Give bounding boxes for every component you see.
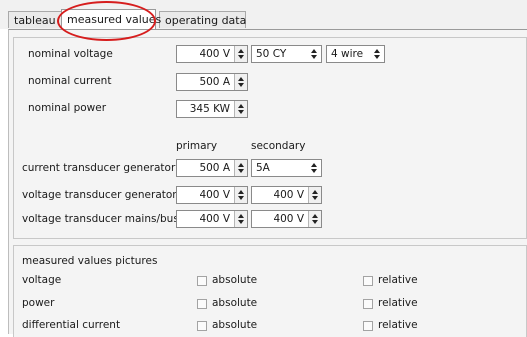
differential-current-absolute-checkbox[interactable] xyxy=(197,321,207,331)
voltage-relative-checkbox[interactable] xyxy=(363,276,373,286)
nominal-voltage-spinner[interactable]: 400 V xyxy=(176,45,248,63)
nominal-power-value: 345 KW xyxy=(189,103,230,115)
voltage-transducer-generator-secondary-spinner[interactable]: 400 V xyxy=(251,186,322,204)
pictures-title: measured values pictures xyxy=(22,255,158,267)
measured-values-panel: nominal voltage 400 V 50 CY 4 wire nomin… xyxy=(8,29,527,337)
voltage-transducer-generator-secondary-value: 400 V xyxy=(273,189,304,201)
absolute-label: absolute xyxy=(212,274,258,286)
voltage-transducer-mains-primary-value: 400 V xyxy=(199,213,230,225)
relative-label: relative xyxy=(378,319,418,331)
current-transducer-generator-label: current transducer generator xyxy=(22,162,176,174)
picture-differential-current-label: differential current xyxy=(22,319,121,331)
dropdown-arrows-icon xyxy=(310,160,318,176)
highlight-ellipse xyxy=(57,1,156,41)
spinner-arrows-icon[interactable] xyxy=(234,74,247,90)
frequency-select[interactable]: 50 CY xyxy=(251,45,322,63)
tab-label: tableau xyxy=(14,14,56,27)
tab-operating-data[interactable]: operating data xyxy=(159,11,246,28)
nominal-voltage-value: 400 V xyxy=(199,48,230,60)
nominal-values-group: nominal voltage 400 V 50 CY 4 wire nomin… xyxy=(13,37,527,239)
power-absolute-checkbox[interactable] xyxy=(197,299,207,309)
spinner-arrows-icon[interactable] xyxy=(308,211,321,227)
dropdown-arrows-icon xyxy=(310,46,318,62)
differential-current-relative-checkbox[interactable] xyxy=(363,321,373,331)
picture-voltage-label: voltage xyxy=(22,274,62,286)
voltage-transducer-generator-label: voltage transducer generator xyxy=(22,189,177,201)
voltage-transducer-generator-primary-value: 400 V xyxy=(199,189,230,201)
voltage-transducer-mains-secondary-value: 400 V xyxy=(273,213,304,225)
tab-bar: tableau measured values operating data xyxy=(0,0,527,41)
nominal-power-label: nominal power xyxy=(28,102,107,114)
voltage-transducer-mains-secondary-spinner[interactable]: 400 V xyxy=(251,210,322,228)
voltage-transducer-mains-primary-spinner[interactable]: 400 V xyxy=(176,210,248,228)
wiring-select[interactable]: 4 wire xyxy=(326,45,385,63)
nominal-power-spinner[interactable]: 345 KW xyxy=(176,100,248,118)
spinner-arrows-icon[interactable] xyxy=(234,187,247,203)
relative-label: relative xyxy=(378,297,418,309)
spinner-arrows-icon[interactable] xyxy=(234,211,247,227)
nominal-current-label: nominal current xyxy=(28,75,112,87)
dropdown-arrows-icon xyxy=(373,46,381,62)
spinner-arrows-icon[interactable] xyxy=(234,46,247,62)
picture-power-label: power xyxy=(22,297,55,309)
power-relative-checkbox[interactable] xyxy=(363,299,373,309)
wiring-value: 4 wire xyxy=(331,48,364,60)
current-transducer-secondary-value: 5A xyxy=(256,162,270,174)
absolute-label: absolute xyxy=(212,319,258,331)
current-transducer-secondary-select[interactable]: 5A xyxy=(251,159,322,177)
spinner-arrows-icon[interactable] xyxy=(308,187,321,203)
spinner-arrows-icon[interactable] xyxy=(234,160,247,176)
frequency-value: 50 CY xyxy=(256,48,287,60)
relative-label: relative xyxy=(378,274,418,286)
spinner-arrows-icon[interactable] xyxy=(234,101,247,117)
secondary-header: secondary xyxy=(251,140,306,152)
tab-label: operating data xyxy=(165,14,247,27)
nominal-current-spinner[interactable]: 500 A xyxy=(176,73,248,91)
nominal-voltage-label: nominal voltage xyxy=(28,48,113,60)
voltage-transducer-mains-busbar-label: voltage transducer mains/busbar xyxy=(22,213,197,225)
absolute-label: absolute xyxy=(212,297,258,309)
voltage-transducer-generator-primary-spinner[interactable]: 400 V xyxy=(176,186,248,204)
current-transducer-primary-spinner[interactable]: 500 A xyxy=(176,159,248,177)
current-transducer-primary-value: 500 A xyxy=(199,162,230,174)
tab-tableau[interactable]: tableau xyxy=(8,11,62,28)
primary-header: primary xyxy=(176,140,218,152)
measured-values-pictures-group: measured values pictures voltage absolut… xyxy=(13,245,527,337)
nominal-current-value: 500 A xyxy=(199,76,230,88)
voltage-absolute-checkbox[interactable] xyxy=(197,276,207,286)
